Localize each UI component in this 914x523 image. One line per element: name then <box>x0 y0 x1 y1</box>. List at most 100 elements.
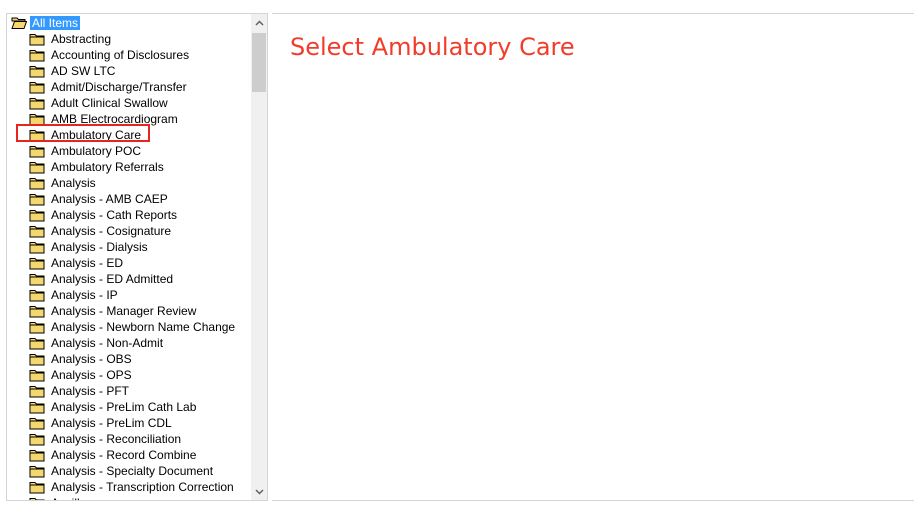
tree-root-label: All Items <box>30 16 81 30</box>
tree-item[interactable]: Adult Clinical Swallow <box>29 95 168 111</box>
tree-item-label: Ambulatory Care <box>51 128 142 142</box>
folder-icon <box>29 162 45 174</box>
folder-tree: All Items Abstracting Accounting of Discl… <box>7 14 252 500</box>
folder-icon <box>29 466 45 478</box>
tree-item-label: Ambulatory Referrals <box>51 160 164 174</box>
tree-item[interactable]: AMB Electrocardiogram <box>29 111 178 127</box>
tree-item[interactable]: Analysis - Specialty Document <box>29 463 213 479</box>
content-pane: Select Ambulatory Care <box>272 13 914 501</box>
folder-icon <box>29 34 45 46</box>
tree-item-label: AD SW LTC <box>51 64 116 78</box>
tree-item[interactable]: Ambulatory Referrals <box>29 159 164 175</box>
folder-icon <box>29 482 45 494</box>
folder-icon <box>29 306 45 318</box>
tree-item[interactable]: Analysis - Dialysis <box>29 239 148 255</box>
folder-icon <box>29 322 45 334</box>
chevron-down-icon <box>254 488 264 495</box>
tree-item-label: Analysis - Transcription Correction <box>51 480 234 494</box>
tree-item[interactable]: Analysis - ED <box>29 255 123 271</box>
tree-item-label: Analysis - IP <box>51 288 118 302</box>
tree-item-label: Analysis - PFT <box>51 384 130 398</box>
folder-icon <box>29 402 45 414</box>
folder-icon <box>29 82 45 94</box>
scroll-down-button[interactable] <box>251 483 267 500</box>
tree-item-label: Analysis - Newborn Name Change <box>51 320 236 334</box>
folder-icon <box>29 386 45 398</box>
tree-item-label: Analysis - Cath Reports <box>51 208 178 222</box>
tree-item-label: Analysis - OBS <box>51 352 132 366</box>
tree-item-label: Analysis - PreLim CDL <box>51 416 172 430</box>
folder-icon <box>29 274 45 286</box>
instruction-text: Select Ambulatory Care <box>290 33 575 61</box>
tree-item-label: Accounting of Disclosures <box>51 48 190 62</box>
tree-item[interactable]: Analysis - OBS <box>29 351 132 367</box>
tree-item[interactable]: Analysis - Transcription Correction <box>29 479 234 495</box>
tree-item-label: Analysis - Manager Review <box>51 304 197 318</box>
tree-item[interactable]: Abstracting <box>29 31 111 47</box>
tree-item[interactable]: Analysis - IP <box>29 287 118 303</box>
tree-item-label: Admit/Discharge/Transfer <box>51 80 187 94</box>
tree-item-label: Ancillary <box>51 496 96 500</box>
tree-item-label: Analysis - Reconciliation <box>51 432 182 446</box>
tree-item-label: Analysis - Dialysis <box>51 240 148 254</box>
folder-icon <box>29 146 45 158</box>
tree-item-label: AMB Electrocardiogram <box>51 112 178 126</box>
folder-icon <box>29 354 45 366</box>
folder-icon <box>29 418 45 430</box>
tree-item[interactable]: Analysis - Newborn Name Change <box>29 319 235 335</box>
tree-item[interactable]: Ambulatory Care <box>29 127 141 143</box>
tree-item[interactable]: Analysis <box>29 175 96 191</box>
tree-item[interactable]: Analysis - Cath Reports <box>29 207 177 223</box>
tree-item[interactable]: Analysis - Record Combine <box>29 447 196 463</box>
folder-icon <box>29 194 45 206</box>
folder-icon <box>29 226 45 238</box>
tree-pane: All Items Abstracting Accounting of Discl… <box>6 13 268 501</box>
tree-item[interactable]: Analysis - Reconciliation <box>29 431 181 447</box>
tree-item[interactable]: Ancillary <box>29 495 96 500</box>
tree-item[interactable]: Analysis - Non-Admit <box>29 335 163 351</box>
tree-item-label: Analysis <box>51 176 96 190</box>
folder-icon <box>29 242 45 254</box>
folder-icon <box>29 338 45 350</box>
tree-item[interactable]: Analysis - Manager Review <box>29 303 196 319</box>
vertical-scrollbar[interactable] <box>251 14 267 500</box>
open-folder-icon <box>11 17 27 29</box>
folder-icon <box>29 434 45 446</box>
scrollbar-thumb[interactable] <box>252 33 266 92</box>
folder-icon <box>29 178 45 190</box>
tree-item[interactable]: Analysis - AMB CAEP <box>29 191 168 207</box>
folder-icon <box>29 498 45 500</box>
tree-item-label: Analysis - OPS <box>51 368 132 382</box>
tree-item[interactable]: Accounting of Disclosures <box>29 47 189 63</box>
tree-root-all-items[interactable]: All Items <box>11 15 81 31</box>
chevron-up-icon <box>254 19 264 26</box>
folder-icon <box>29 50 45 62</box>
tree-item-label: Abstracting <box>51 32 112 46</box>
tree-item-label: Analysis - Cosignature <box>51 224 172 238</box>
scroll-up-button[interactable] <box>251 14 267 31</box>
tree-item[interactable]: Analysis - OPS <box>29 367 132 383</box>
tree-item[interactable]: Analysis - PFT <box>29 383 129 399</box>
tree-item[interactable]: Admit/Discharge/Transfer <box>29 79 187 95</box>
folder-icon <box>29 130 45 142</box>
tree-item[interactable]: Analysis - Cosignature <box>29 223 171 239</box>
tree-item[interactable]: Ambulatory POC <box>29 143 141 159</box>
folder-icon <box>29 290 45 302</box>
folder-icon <box>29 258 45 270</box>
tree-item[interactable]: Analysis - PreLim CDL <box>29 415 172 431</box>
tree-item-label: Analysis - Non-Admit <box>51 336 164 350</box>
tree-item-label: Analysis - ED <box>51 256 124 270</box>
tree-item-label: Adult Clinical Swallow <box>51 96 168 110</box>
folder-icon <box>29 210 45 222</box>
tree-item[interactable]: AD SW LTC <box>29 63 115 79</box>
tree-item-label: Analysis - ED Admitted <box>51 272 174 286</box>
folder-icon <box>29 450 45 462</box>
tree-item-label: Analysis - AMB CAEP <box>51 192 168 206</box>
tree-item-label: Analysis - Record Combine <box>51 448 197 462</box>
tree-item[interactable]: Analysis - PreLim Cath Lab <box>29 399 196 415</box>
tree-item[interactable]: Analysis - ED Admitted <box>29 271 173 287</box>
tree-item-label: Analysis - Specialty Document <box>51 464 214 478</box>
folder-icon <box>29 66 45 78</box>
tree-item-label: Analysis - PreLim Cath Lab <box>51 400 197 414</box>
folder-icon <box>29 98 45 110</box>
